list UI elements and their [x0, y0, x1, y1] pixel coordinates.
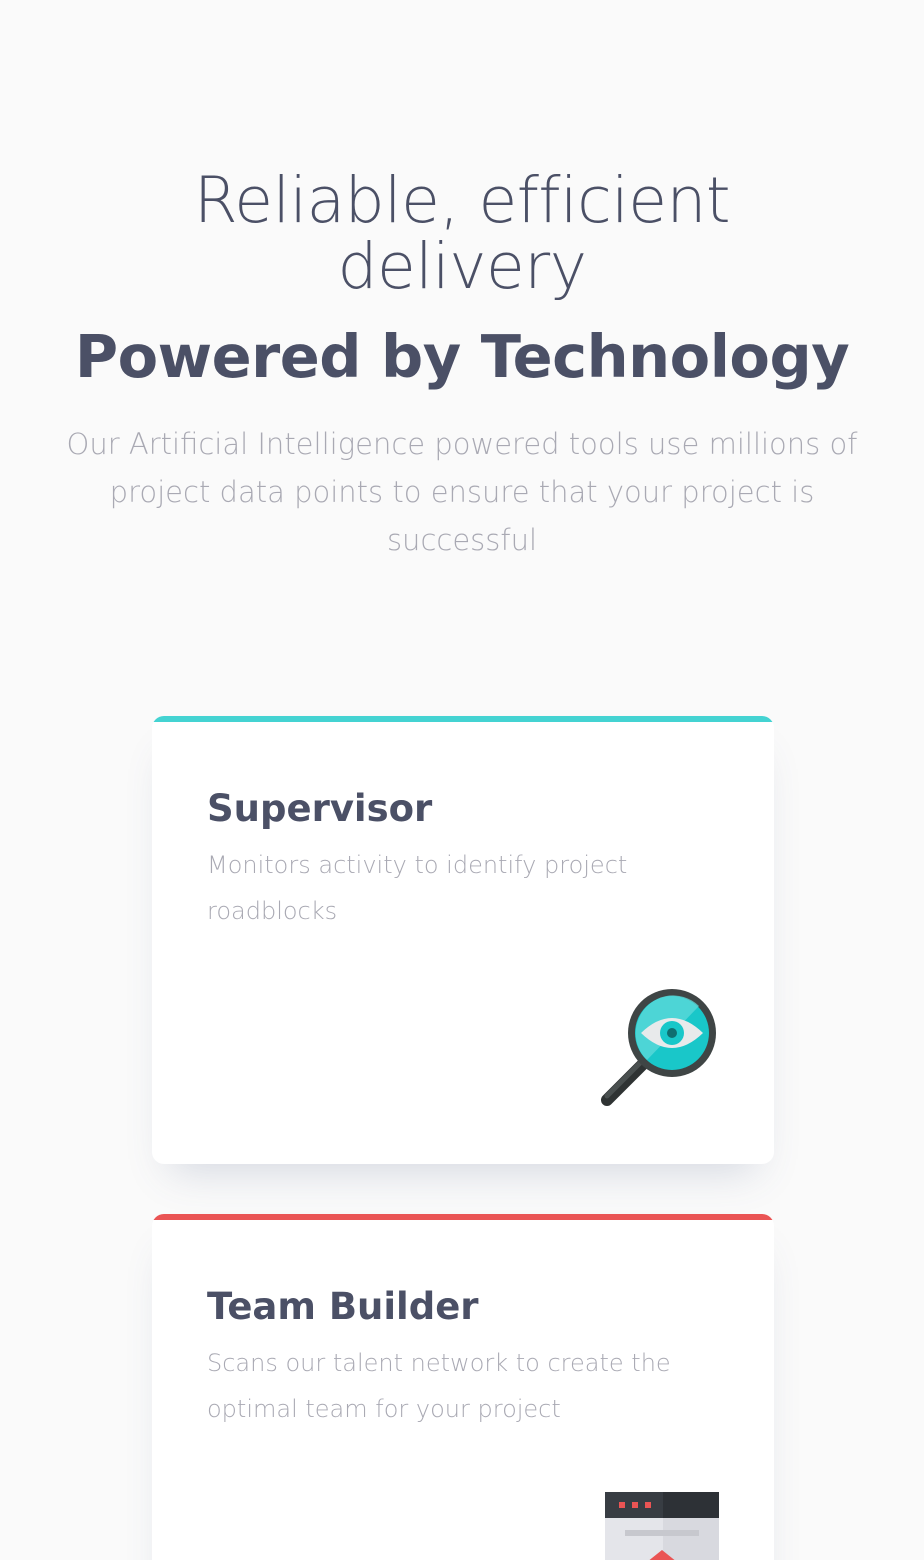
hero-heading-light: Reliable, efficient delivery: [193, 164, 731, 303]
hero-section: Reliable, efficient delivery Powered by …: [0, 168, 924, 564]
feature-card-supervisor: Supervisor Monitors activity to identify…: [152, 716, 774, 1164]
magnifier-eye-icon: [599, 988, 719, 1108]
card-description: Monitors activity to identify project ro…: [207, 851, 628, 925]
hero-heading-bold: Powered by Technology: [74, 322, 850, 391]
feature-card-team-builder: Team Builder Scans our talent network to…: [152, 1214, 774, 1560]
card-description: Scans our talent network to create the o…: [207, 1349, 671, 1423]
card-title: Team Builder: [207, 1285, 479, 1328]
page: Reliable, efficient delivery Powered by …: [0, 0, 924, 1560]
card-title: Supervisor: [207, 787, 433, 830]
card-accent-bar: [152, 1214, 774, 1220]
card-accent-bar: [152, 716, 774, 722]
hero-subtitle: Our Artificial Intelligence powered tool…: [66, 427, 858, 557]
team-builder-document-icon: [605, 1492, 719, 1560]
